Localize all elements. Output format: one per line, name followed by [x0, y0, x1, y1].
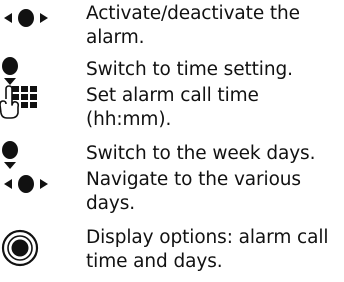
instruction-text: Display options: alarm call time and day…	[86, 227, 329, 272]
keypad-entry-icon	[0, 85, 52, 119]
center-select-icon	[0, 228, 52, 267]
navigate-down-icon	[0, 140, 52, 170]
instruction-text: Switch to time setting.	[86, 59, 293, 80]
navigate-down-icon	[0, 56, 52, 86]
instruction-text: Navigate to the various days.	[86, 169, 301, 214]
navigate-left-right-icon	[0, 4, 52, 34]
navigate-left-right-icon	[0, 170, 52, 200]
instruction-text: Set alarm call time (hh:mm).	[86, 85, 259, 130]
instruction-text: Switch to the week days.	[86, 143, 316, 164]
instruction-text: Activate/deactivate the alarm.	[86, 3, 300, 48]
